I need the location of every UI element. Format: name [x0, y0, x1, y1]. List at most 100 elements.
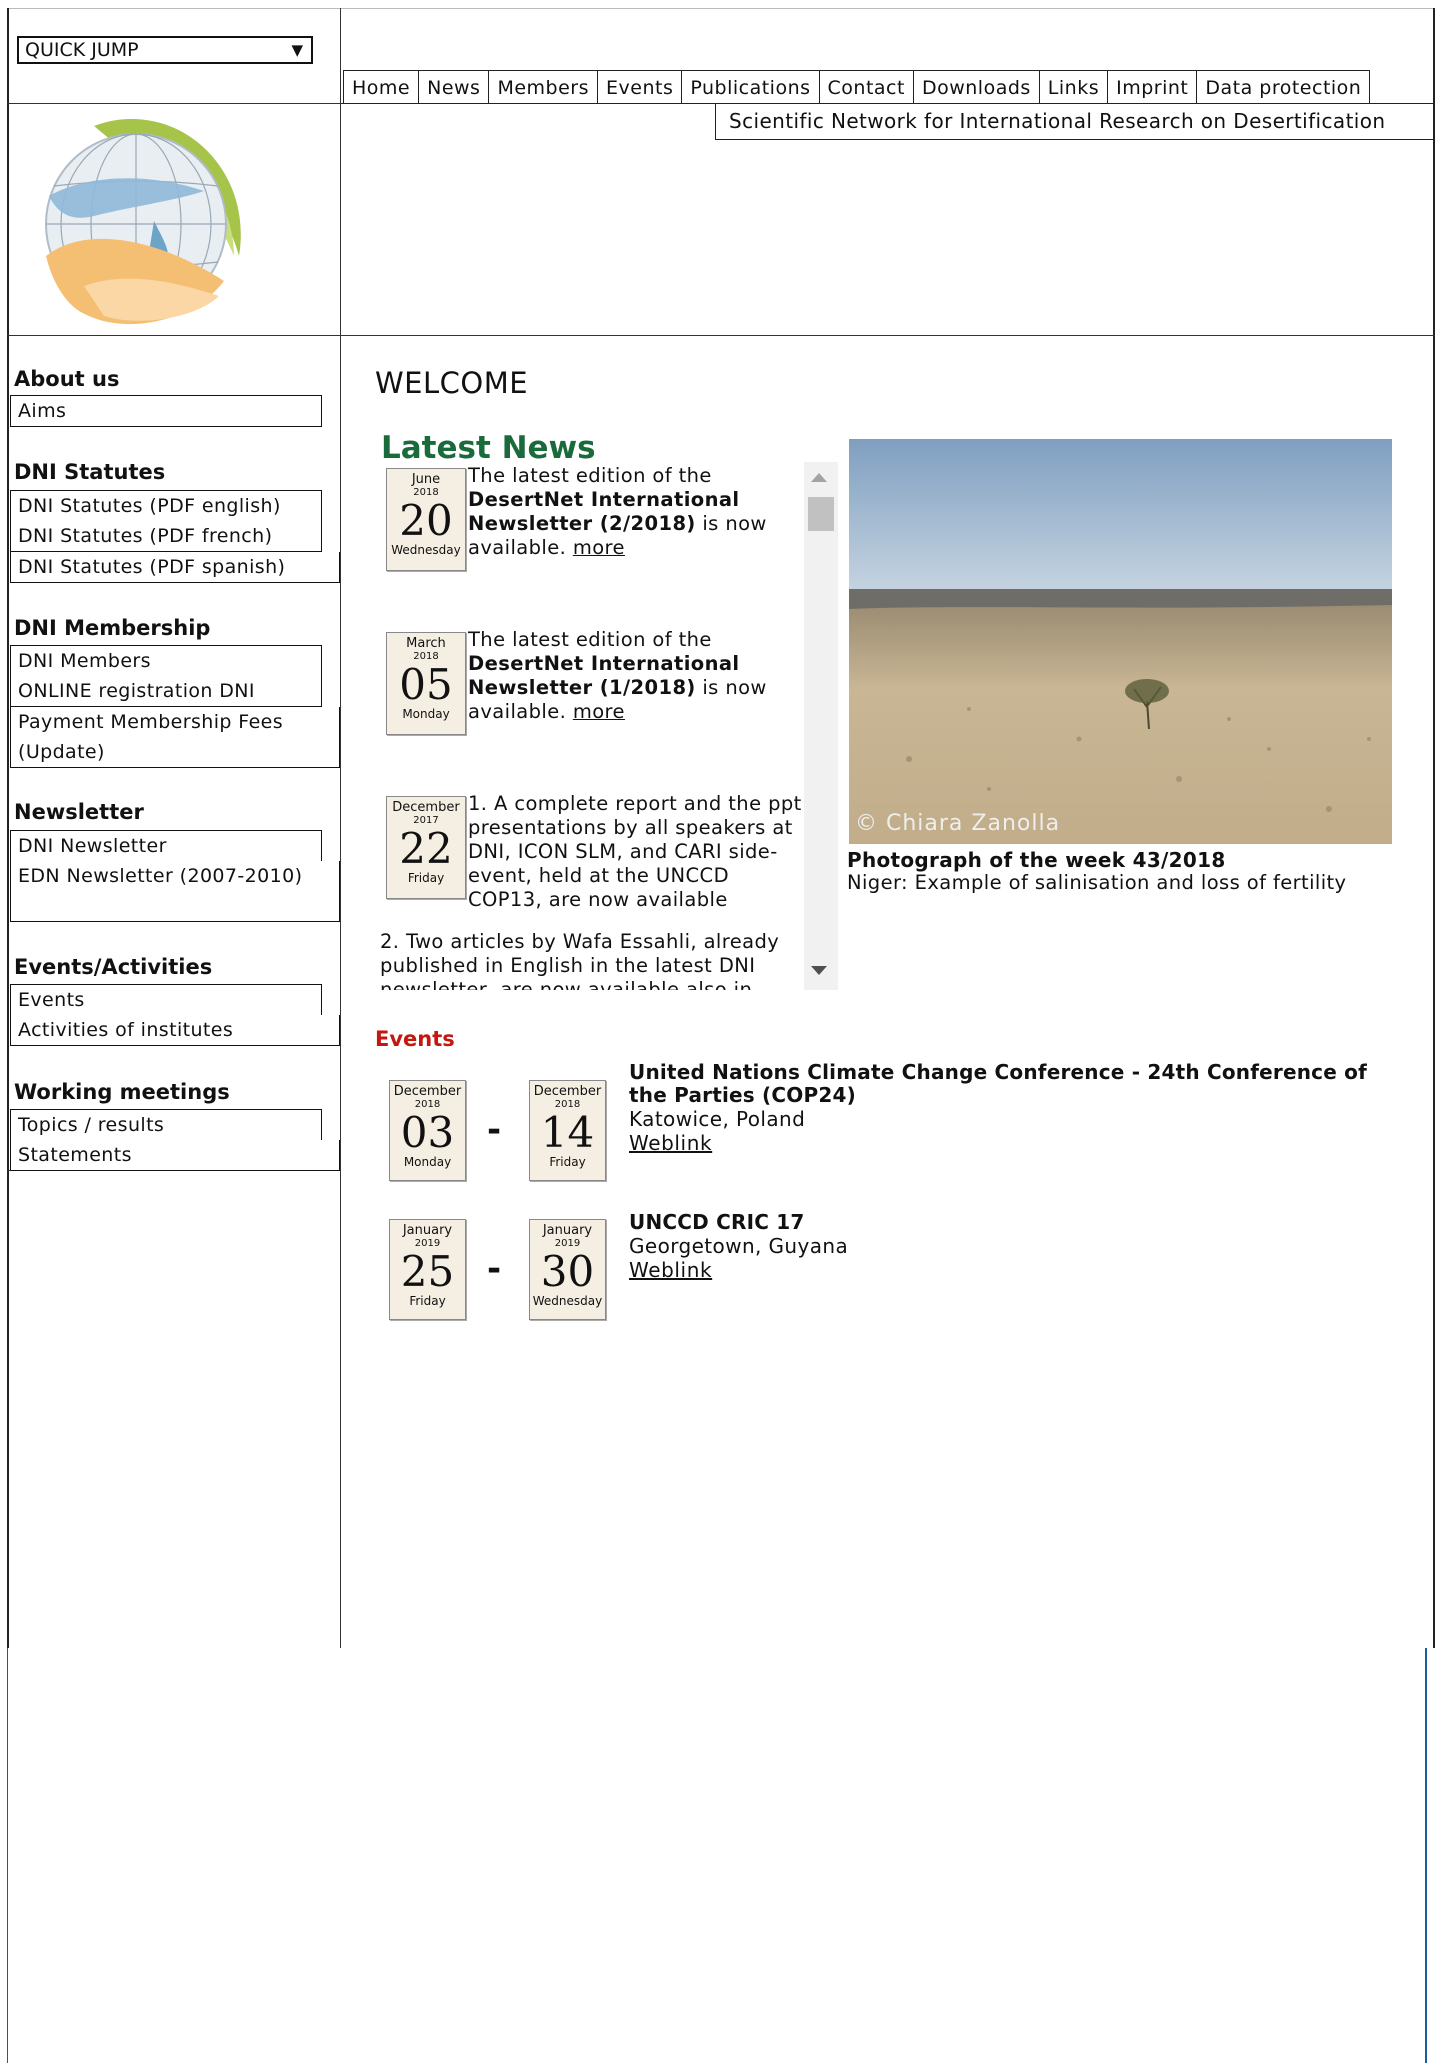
news-text: 2. Two articles by Wafa Essahli, already… [380, 930, 780, 990]
quick-jump-select[interactable]: QUICK JUMP ▼ [17, 36, 313, 64]
date-range-dash: - [487, 1249, 502, 1289]
news-date-calendar: June 2018 20 Wednesday [386, 468, 466, 571]
event-details: UNCCD CRIC 17 Georgetown, Guyana Weblink [629, 1210, 1389, 1283]
sidebar-item-activities[interactable]: Activities of institutes [10, 1015, 340, 1046]
sidebar-item-online-registration[interactable]: ONLINE registration DNI [10, 676, 322, 707]
dropdown-arrow-icon: ▼ [291, 41, 303, 59]
nav-contact[interactable]: Contact [819, 70, 914, 104]
scroll-up-arrow-icon[interactable] [811, 473, 827, 482]
sidebar-item-edn-newsletter[interactable]: EDN Newsletter (2007-2010) [10, 861, 340, 922]
calendar-day: 14 [540, 1108, 595, 1157]
sidebar-item-payment-fees[interactable]: Payment Membership Fees (Update) [10, 707, 340, 768]
calendar-month: January [542, 1223, 593, 1238]
events-heading: Events [375, 1027, 455, 1051]
scroll-down-arrow-icon[interactable] [811, 966, 827, 975]
page-title: WELCOME [375, 366, 529, 400]
news-text: 1. A complete report and the ppt present… [468, 792, 802, 911]
calendar-weekday: Wednesday [532, 1294, 603, 1308]
news-scroll-box[interactable]: June 2018 20 Wednesday The latest editio… [380, 462, 838, 990]
nav-news[interactable]: News [419, 70, 490, 104]
event-title: United Nations Climate Change Conference… [629, 1060, 1367, 1107]
calendar-weekday: Friday [409, 1294, 446, 1308]
sidebar-item-events[interactable]: Events [10, 984, 322, 1016]
photo-of-the-week[interactable]: © Chiara Zanolla [849, 439, 1392, 844]
frame-border [7, 8, 1435, 9]
calendar-day: 20 [399, 496, 453, 545]
nav-imprint[interactable]: Imprint [1108, 70, 1198, 104]
news-more-link[interactable]: more [573, 700, 625, 723]
header-divider [7, 335, 1435, 336]
event-location: Georgetown, Guyana [629, 1234, 849, 1258]
calendar-month: June [411, 472, 441, 487]
calendar-day: 25 [400, 1247, 455, 1296]
frame-border [1425, 1648, 1427, 2063]
sidebar-item-aims[interactable]: Aims [10, 395, 322, 427]
sidebar-item-statutes-english[interactable]: DNI Statutes (PDF english) [10, 490, 322, 522]
sidebar-heading-statutes: DNI Statutes [14, 460, 166, 484]
calendar-weekday: Monday [402, 707, 450, 721]
news-text: The latest edition of the [468, 464, 712, 487]
frame-border [1433, 8, 1435, 1648]
frame-border [7, 8, 9, 1648]
photo-caption-title: Photograph of the week 43/2018 [847, 848, 1226, 872]
landscape-photo [849, 439, 1392, 844]
calendar-day: 03 [400, 1108, 455, 1157]
event-end-calendar: January 2019 30 Wednesday [529, 1219, 606, 1320]
calendar-weekday: Monday [403, 1155, 452, 1169]
sidebar-heading-events: Events/Activities [14, 955, 213, 979]
top-navigation: Home News Members Events Publications Co… [343, 70, 1371, 104]
date-range-dash: - [487, 1110, 502, 1150]
news-more-link[interactable]: more [573, 536, 625, 559]
globe-logo-icon [45, 118, 241, 325]
quick-jump-label: QUICK JUMP [25, 39, 139, 61]
news-item: The latest edition of the DesertNet Inte… [468, 628, 813, 724]
event-start-calendar: January 2019 25 Friday [389, 1219, 466, 1320]
news-scrollbar[interactable] [804, 462, 838, 990]
calendar-day: 30 [540, 1247, 595, 1296]
calendar-month: January [402, 1223, 453, 1238]
nav-publications[interactable]: Publications [682, 70, 820, 104]
event-end-calendar: December 2018 14 Friday [529, 1080, 606, 1181]
sidebar-heading-newsletter: Newsletter [14, 800, 144, 824]
photo-watermark: © Chiara Zanolla [855, 811, 1061, 836]
photo-caption-description: Niger: Example of salinisation and loss … [847, 871, 1347, 894]
event-details: United Nations Climate Change Conference… [629, 1060, 1389, 1156]
nav-data-protection[interactable]: Data protection [1197, 70, 1371, 104]
sidebar-item-topics[interactable]: Topics / results [10, 1109, 322, 1141]
news-text: The latest edition of the [468, 628, 712, 651]
frame-border [7, 1648, 8, 2063]
calendar-month: December [533, 1084, 602, 1099]
sidebar-item-statutes-french[interactable]: DNI Statutes (PDF french) [10, 521, 322, 552]
calendar-weekday: Friday [549, 1155, 586, 1169]
calendar-month: March [406, 636, 446, 651]
event-weblink[interactable]: Weblink [629, 1258, 1389, 1282]
news-item: The latest edition of the DesertNet Inte… [468, 464, 813, 560]
sidebar-item-statutes-spanish[interactable]: DNI Statutes (PDF spanish) [10, 552, 340, 583]
sidebar-item-dni-newsletter[interactable]: DNI Newsletter [10, 830, 322, 862]
divider [7, 103, 341, 104]
site-tagline: Scientific Network for International Res… [715, 104, 1435, 140]
nav-links[interactable]: Links [1039, 70, 1109, 104]
sidebar-heading-about: About us [14, 367, 120, 391]
nav-home[interactable]: Home [343, 70, 420, 104]
sidebar-heading-membership: DNI Membership [14, 616, 211, 640]
scrollbar-thumb[interactable] [808, 497, 834, 531]
nav-events[interactable]: Events [598, 70, 683, 104]
dni-logo[interactable] [24, 106, 250, 332]
nav-downloads[interactable]: Downloads [913, 70, 1040, 104]
calendar-month: December [393, 1084, 462, 1099]
event-title: UNCCD CRIC 17 [629, 1210, 805, 1234]
calendar-weekday: Wednesday [391, 543, 461, 557]
sidebar-heading-meetings: Working meetings [14, 1080, 230, 1104]
sidebar-item-statements[interactable]: Statements [10, 1140, 340, 1171]
event-start-calendar: December 2018 03 Monday [389, 1080, 466, 1181]
nav-members[interactable]: Members [489, 70, 599, 104]
event-weblink[interactable]: Weblink [629, 1131, 1389, 1155]
news-item: 1. A complete report and the ppt present… [380, 792, 808, 912]
event-location: Katowice, Poland [629, 1107, 806, 1131]
calendar-day: 05 [399, 660, 453, 709]
news-date-calendar: March 2018 05 Monday [386, 632, 466, 735]
column-divider [340, 8, 341, 1648]
latest-news-heading: Latest News [381, 430, 596, 466]
sidebar-item-members[interactable]: DNI Members [10, 645, 322, 677]
